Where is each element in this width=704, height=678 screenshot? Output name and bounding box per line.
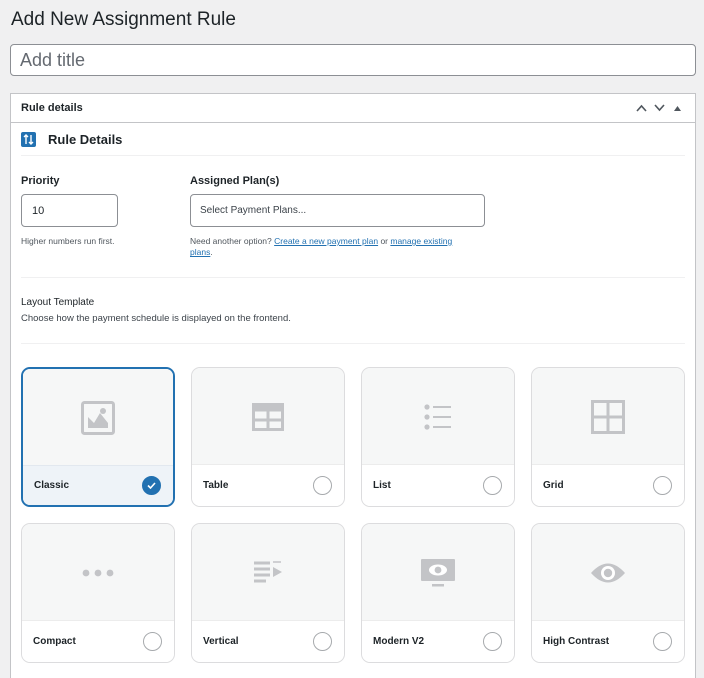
layout-option-vertical[interactable]: Vertical: [191, 523, 345, 663]
layout-option-grid[interactable]: Grid: [531, 367, 685, 507]
priority-field: Priority Higher numbers run first.: [21, 175, 190, 277]
sort-icon: [21, 131, 36, 147]
radio-unchecked[interactable]: [653, 632, 672, 651]
layout-template-title: Layout Template: [21, 297, 95, 308]
layout-option-footer: Compact: [22, 620, 174, 662]
chevron-up-icon: [635, 104, 647, 112]
layout-option-footer: Table: [192, 464, 344, 506]
image-icon: [81, 401, 115, 435]
assigned-plan-field: Assigned Plan(s) Need another option? Cr…: [190, 175, 490, 277]
layout-option-high-contrast[interactable]: High Contrast: [531, 523, 685, 663]
ellipsis-icon: [82, 569, 114, 577]
layout-option-preview: [532, 368, 684, 466]
layout-option-preview: [23, 369, 173, 467]
triangle-up-icon: [673, 105, 681, 111]
section-title: Rule Details: [48, 131, 123, 147]
radio-unchecked[interactable]: [483, 632, 502, 651]
list-icon: [424, 404, 452, 430]
layout-option-label: List: [373, 480, 391, 491]
toggle-panel-button[interactable]: [669, 99, 685, 117]
layout-option-preview: [22, 524, 174, 622]
layout-option-label: High Contrast: [543, 636, 610, 647]
title-input[interactable]: [10, 44, 696, 76]
radio-unchecked[interactable]: [143, 632, 162, 651]
radio-unchecked[interactable]: [653, 476, 672, 495]
monitor-icon: [420, 558, 456, 588]
plan-help-suffix: .: [210, 247, 213, 258]
layout-option-modern-v2[interactable]: Modern V2: [361, 523, 515, 663]
priority-help: Higher numbers run first.: [21, 236, 115, 246]
layout-template-block: Layout Template Choose how the payment s…: [21, 278, 685, 344]
handle-actions: [633, 99, 685, 117]
postbox-title: Rule details: [21, 102, 83, 114]
layout-template-description: Choose how the payment schedule is displ…: [21, 313, 291, 324]
move-up-button[interactable]: [633, 99, 649, 117]
priority-input[interactable]: [21, 194, 118, 227]
move-down-button[interactable]: [651, 99, 667, 117]
create-plan-link[interactable]: Create a new payment plan: [274, 236, 378, 246]
layout-option-preview: [192, 368, 344, 466]
layout-option-footer: Vertical: [192, 620, 344, 662]
page-title: Add New Assignment Rule: [11, 9, 236, 30]
priority-label: Priority: [21, 175, 60, 187]
check-icon: [147, 482, 156, 489]
vertical-icon: [253, 561, 283, 585]
layout-option-label: Classic: [34, 480, 70, 491]
plan-help-prefix: Need another option?: [190, 236, 275, 246]
layout-option-footer: Modern V2: [362, 620, 514, 662]
layout-option-classic[interactable]: Classic: [21, 367, 175, 507]
layout-option-label: Compact: [33, 636, 76, 647]
plan-help: Need another option? Create a new paymen…: [190, 236, 470, 259]
payment-plan-select[interactable]: [190, 194, 485, 227]
layout-option-compact[interactable]: Compact: [21, 523, 175, 663]
radio-unchecked[interactable]: [313, 476, 332, 495]
layout-option-footer: High Contrast: [532, 620, 684, 662]
radio-checked[interactable]: [142, 476, 161, 495]
plan-help-or: or: [378, 236, 391, 246]
layout-option-table[interactable]: Table: [191, 367, 345, 507]
eye-icon: [590, 562, 626, 584]
grid-icon: [591, 400, 625, 434]
chevron-down-icon: [653, 104, 665, 112]
layout-option-footer: Classic: [23, 465, 173, 505]
layout-option-label: Modern V2: [373, 636, 425, 647]
layout-option-label: Table: [203, 480, 229, 491]
layout-option-footer: List: [362, 464, 514, 506]
table-icon: [252, 403, 284, 431]
radio-unchecked[interactable]: [313, 632, 332, 651]
radio-unchecked[interactable]: [483, 476, 502, 495]
layout-option-footer: Grid: [532, 464, 684, 506]
postbox-header: Rule details: [11, 94, 695, 123]
layout-option-preview: [192, 524, 344, 622]
section-head: Rule Details: [21, 123, 685, 156]
rule-fields: Priority Higher numbers run first. Assig…: [21, 156, 685, 278]
layout-option-label: Vertical: [203, 636, 239, 647]
layout-option-preview: [532, 524, 684, 622]
layout-option-preview: [362, 368, 514, 466]
layout-option-preview: [362, 524, 514, 622]
layout-option-label: Grid: [543, 480, 564, 491]
postbox-inside: Rule Details Priority Higher numbers run…: [11, 123, 695, 344]
layout-option-list[interactable]: List: [361, 367, 515, 507]
assigned-plan-label: Assigned Plan(s): [190, 175, 280, 187]
